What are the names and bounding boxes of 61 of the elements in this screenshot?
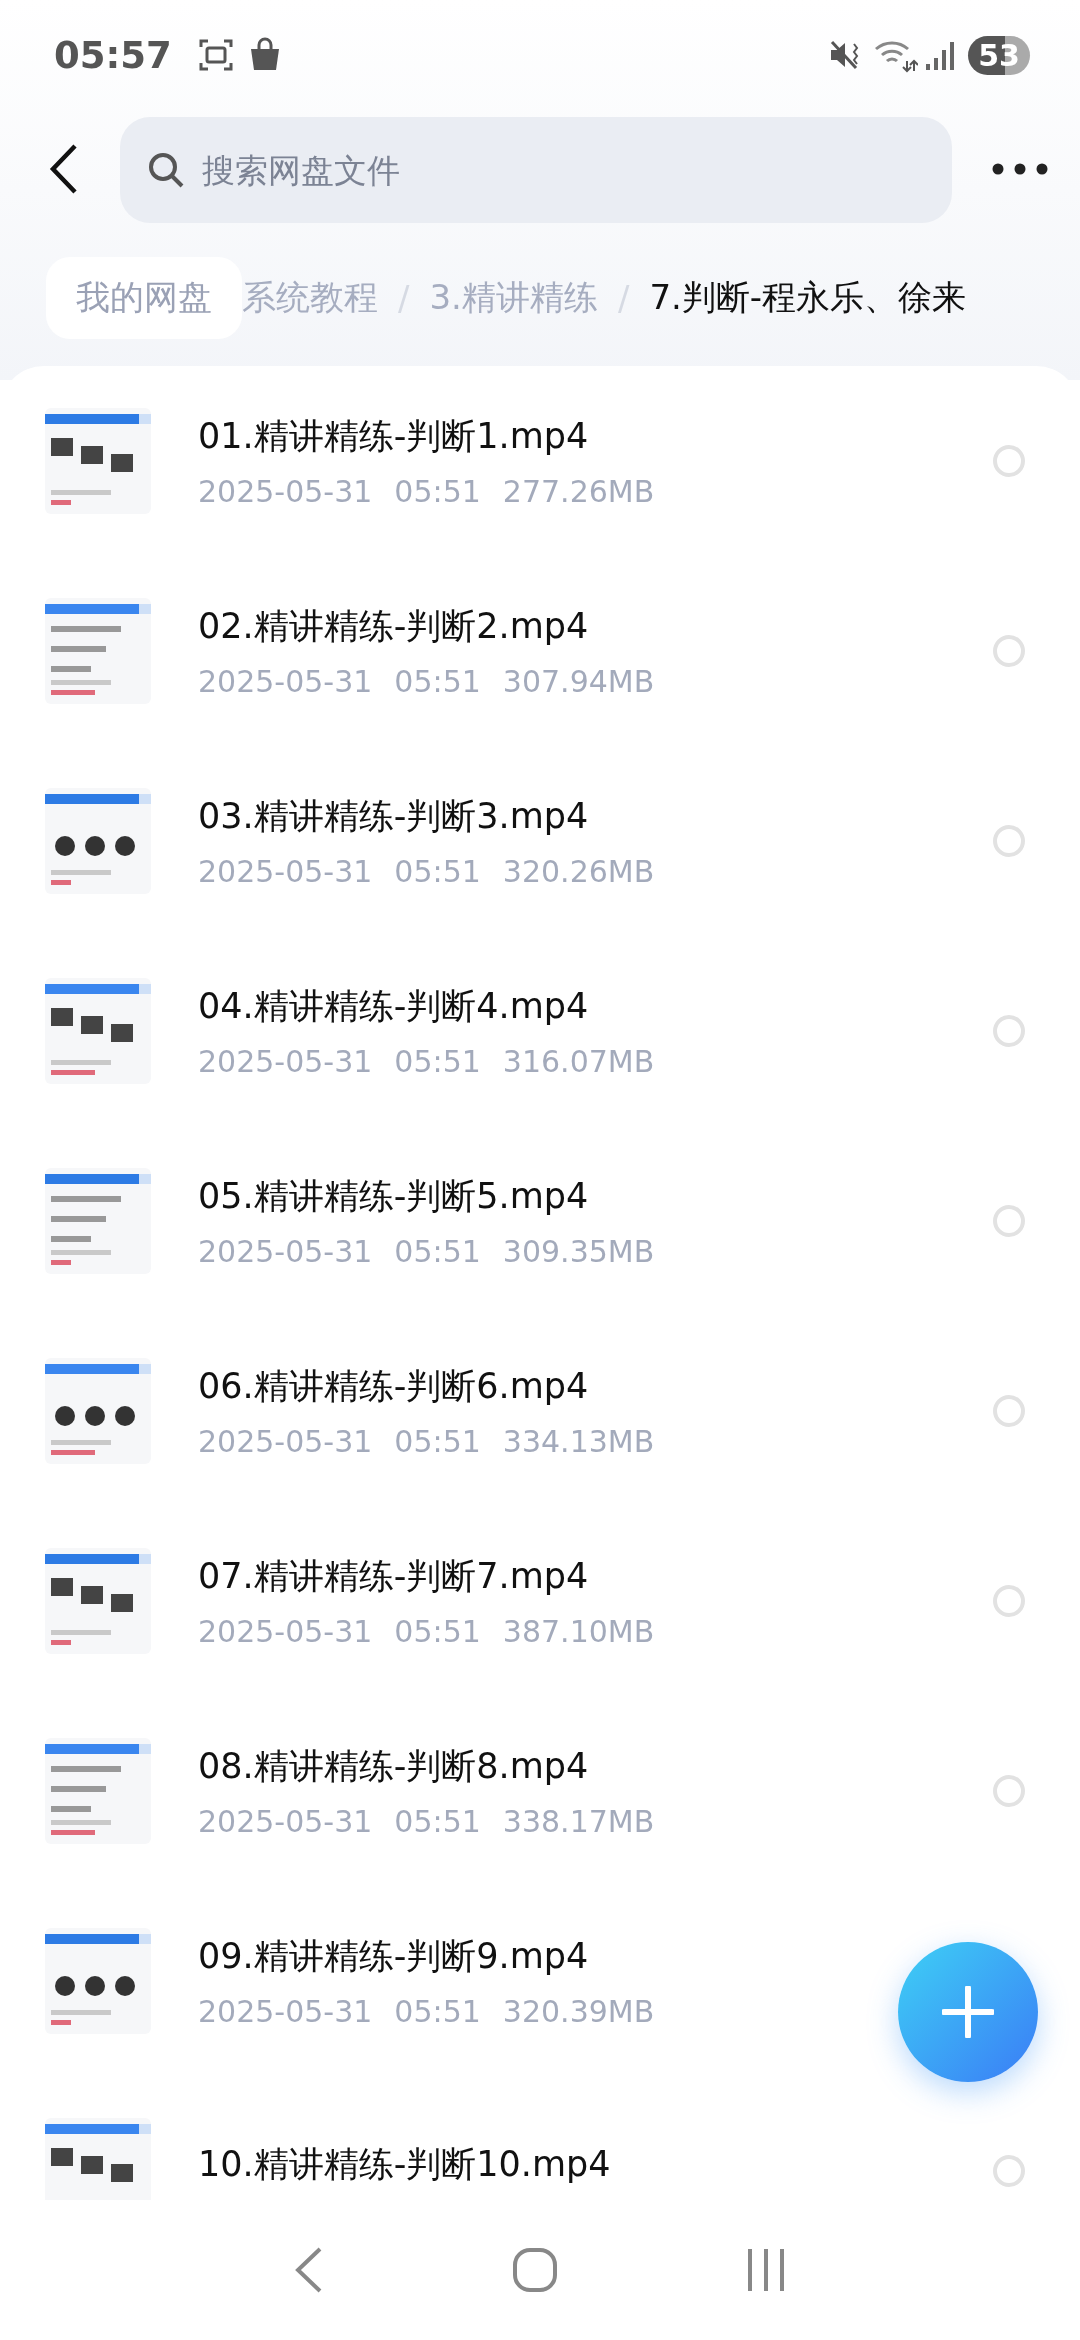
recent-apps-button[interactable]: [746, 2247, 786, 2293]
file-time: 05:51: [394, 1614, 481, 1649]
file-size: 307.94MB: [502, 664, 655, 699]
search-field[interactable]: 搜索网盘文件: [120, 117, 952, 223]
file-name: 01.精讲精练-判断1.mp4: [198, 415, 590, 458]
plus-icon: [942, 1986, 994, 2038]
select-radio[interactable]: [993, 1775, 1025, 1807]
file-time: 05:51: [394, 474, 481, 509]
file-date: 2025-05-31: [198, 1044, 373, 1079]
file-name: 09.精讲精练-判断9.mp4: [198, 1935, 590, 1978]
clock: 05:57: [54, 33, 172, 77]
separator: /: [617, 278, 630, 318]
file-date: 2025-05-31: [198, 664, 373, 699]
file-name: 04.精讲精练-判断4.mp4: [198, 985, 590, 1028]
file-size: 320.26MB: [502, 854, 655, 889]
select-radio[interactable]: [993, 1395, 1025, 1427]
file-size: 334.13MB: [502, 1424, 655, 1459]
file-size: 387.10MB: [502, 1614, 655, 1649]
breadcrumb-link[interactable]: 3.精讲精练: [429, 275, 598, 321]
file-date: 2025-05-31: [198, 1804, 373, 1839]
select-radio[interactable]: [993, 1585, 1025, 1617]
breadcrumb-link[interactable]: 系统教程: [242, 275, 378, 321]
file-time: 05:51: [394, 1424, 481, 1459]
file-date: 2025-05-31: [198, 854, 373, 889]
current-folder: 7.判断-程永乐、徐来: [649, 276, 967, 319]
file-time: 05:51: [394, 1044, 481, 1079]
separator: /: [398, 278, 410, 318]
file-time: 05:51: [394, 1234, 481, 1269]
select-radio[interactable]: [993, 635, 1025, 667]
file-time: 05:51: [394, 1804, 481, 1839]
file-name: 05.精讲精练-判断5.mp4: [198, 1175, 590, 1218]
file-time: 05:51: [394, 664, 481, 699]
select-radio[interactable]: [993, 825, 1025, 857]
file-name: 03.精讲精练-判断3.mp4: [198, 795, 590, 838]
file-size: 338.17MB: [502, 1804, 655, 1839]
file-date: 2025-05-31: [198, 1234, 373, 1269]
home-button[interactable]: [512, 2247, 558, 2293]
select-radio[interactable]: [993, 1015, 1025, 1047]
file-name: 10.精讲精练-判断10.mp4: [198, 2142, 612, 2186]
file-size: 309.35MB: [502, 1234, 655, 1269]
select-radio[interactable]: [993, 1205, 1025, 1237]
file-time: 05:51: [394, 854, 481, 889]
file-date: 2025-05-31: [198, 1424, 373, 1459]
file-date: 2025-05-31: [198, 474, 373, 509]
select-radio[interactable]: [993, 445, 1025, 477]
file-name: 06.精讲精练-判断6.mp4: [198, 1365, 590, 1408]
file-name: 02.精讲精练-判断2.mp4: [198, 605, 590, 648]
file-size: 277.26MB: [502, 474, 655, 509]
file-time: 05:51: [394, 1994, 481, 2029]
file-size: 316.07MB: [502, 1044, 655, 1079]
battery-indicator: 53: [968, 35, 1030, 75]
file-date: 2025-05-31: [198, 1614, 373, 1649]
search-icon: [146, 150, 186, 190]
file-name: 08.精讲精练-判断8.mp4: [198, 1745, 590, 1788]
file-name: 07.精讲精练-判断7.mp4: [198, 1555, 590, 1598]
breadcrumb-link[interactable]: 我的网盘: [46, 257, 242, 339]
file-size: 320.39MB: [502, 1994, 655, 2029]
back-nav-button[interactable]: [294, 2247, 324, 2293]
select-radio[interactable]: [993, 2155, 1025, 2187]
screenshot-icon: [197, 37, 234, 73]
file-date: 2025-05-31: [198, 1994, 373, 2029]
